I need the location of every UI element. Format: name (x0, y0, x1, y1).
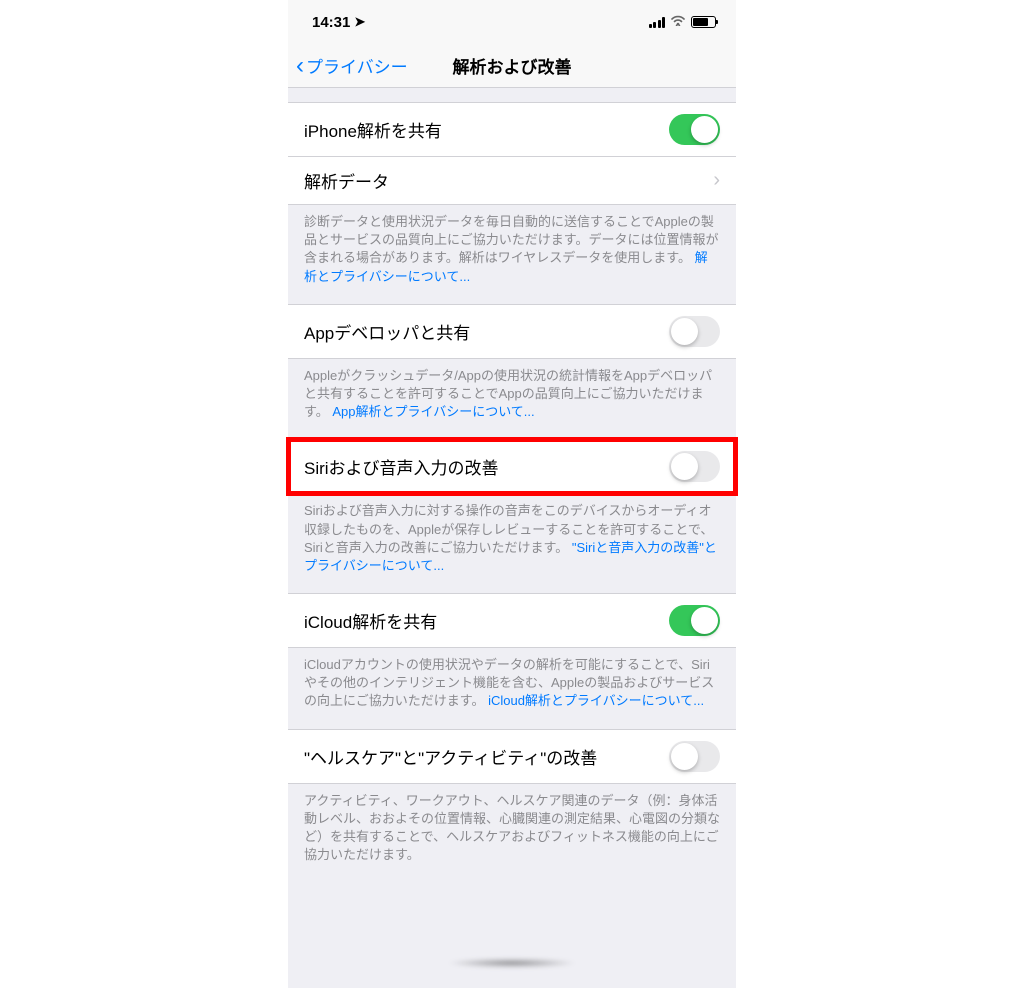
link-icloud-privacy[interactable]: iCloud解析とプライバシーについて... (488, 693, 704, 708)
toggle-share-iphone-analytics[interactable] (669, 114, 720, 145)
footer-app-developer: Appleがクラッシュデータ/Appの使用状況の統計情報をAppデベロッパと共有… (288, 359, 736, 422)
link-app-analytics-privacy[interactable]: App解析とプライバシーについて... (332, 404, 534, 419)
analytics-data-label: 解析データ (304, 168, 389, 193)
section-app-developer: Appデベロッパと共有 Appleがクラッシュデータ/Appの使用状況の統計情報… (288, 304, 736, 422)
row-icloud-analytics[interactable]: iCloud解析を共有 (288, 593, 736, 648)
location-arrow-icon: ➤ (354, 14, 365, 30)
toggle-health-improve[interactable] (669, 741, 720, 772)
row-health-improve[interactable]: "ヘルスケア"と"アクティビティ"の改善 (288, 729, 736, 784)
toggle-siri-improve[interactable] (669, 451, 720, 482)
back-button[interactable]: ‹ プライバシー (296, 53, 408, 78)
footer-health: アクティビティ、ワークアウト、ヘルスケア関連のデータ（例：身体活動レベル、おおよ… (288, 784, 736, 865)
siri-improve-label: Siriおよび音声入力の改善 (304, 454, 499, 479)
share-iphone-analytics-label: iPhone解析を共有 (304, 117, 442, 142)
footer-text-1: 診断データと使用状況データを毎日自動的に送信することでAppleの製品とサービス… (304, 214, 718, 265)
section-siri: Siriおよび音声入力の改善 Siriおよび音声入力に対する操作の音声をこのデバ… (288, 439, 736, 575)
row-share-iphone-analytics[interactable]: iPhone解析を共有 (288, 102, 736, 157)
section-icloud: iCloud解析を共有 iCloudアカウントの使用状況やデータの解析を可能にす… (288, 593, 736, 711)
battery-icon (691, 16, 716, 28)
bottom-shadow (447, 958, 577, 968)
health-improve-label: "ヘルスケア"と"アクティビティ"の改善 (304, 744, 597, 769)
nav-bar: ‹ プライバシー 解析および改善 (288, 44, 736, 88)
row-share-app-developer[interactable]: Appデベロッパと共有 (288, 304, 736, 359)
toggle-share-app-developer[interactable] (669, 316, 720, 347)
footer-share-analytics: 診断データと使用状況データを毎日自動的に送信することでAppleの製品とサービス… (288, 205, 736, 286)
wifi-icon (670, 14, 686, 29)
status-time: 14:31 ➤ (312, 14, 365, 31)
footer-siri: Siriおよび音声入力に対する操作の音声をこのデバイスからオーディオ収録したもの… (288, 494, 736, 575)
share-app-developer-label: Appデベロッパと共有 (304, 319, 470, 344)
chevron-left-icon: ‹ (296, 54, 304, 78)
phone-screen: 14:31 ➤ ‹ プライバシー 解析および改善 iPhone解析を共有 (288, 0, 736, 988)
page-title: 解析および改善 (453, 53, 572, 78)
chevron-right-icon: › (713, 169, 720, 192)
row-siri-improve[interactable]: Siriおよび音声入力の改善 (288, 439, 736, 494)
icloud-analytics-label: iCloud解析を共有 (304, 608, 437, 633)
status-icons (649, 15, 717, 30)
status-bar: 14:31 ➤ (288, 0, 736, 44)
section-share-analytics: iPhone解析を共有 解析データ › 診断データと使用状況データを毎日自動的に… (288, 102, 736, 286)
toggle-icloud-analytics[interactable] (669, 605, 720, 636)
signal-icon (649, 16, 666, 28)
footer-icloud: iCloudアカウントの使用状況やデータの解析を可能にすることで、Siriやその… (288, 648, 736, 711)
time-label: 14:31 (312, 14, 350, 31)
back-label: プライバシー (306, 53, 408, 78)
section-health: "ヘルスケア"と"アクティビティ"の改善 アクティビティ、ワークアウト、ヘルスケ… (288, 729, 736, 865)
row-analytics-data[interactable]: 解析データ › (288, 157, 736, 205)
footer-text-5: アクティビティ、ワークアウト、ヘルスケア関連のデータ（例：身体活動レベル、おおよ… (304, 793, 720, 863)
